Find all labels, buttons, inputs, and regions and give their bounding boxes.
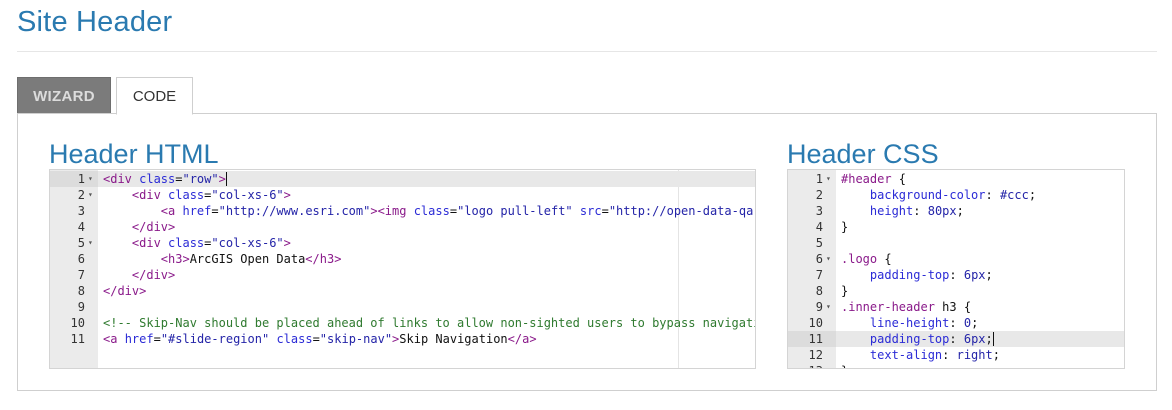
code-text: }: [841, 284, 849, 298]
code-text: <div class="row">: [103, 172, 227, 186]
line-number: 3: [77, 204, 85, 218]
code-text: #header {: [841, 172, 907, 186]
editor-lines: 1 ▾ <div class="row"> 2 ▾ <div class="col-xs…: [50, 171, 755, 347]
code-text: <div class="col-xs-6">: [131, 188, 291, 202]
code-line[interactable]: 1 ▾ #header {: [788, 171, 1124, 187]
html-code-editor[interactable]: 1 ▾ <div class="row"> 2 ▾ <div class="col-xs…: [49, 169, 756, 369]
code-text: text-align: right;: [869, 348, 1000, 362]
code-text: }: [841, 363, 848, 368]
code-line[interactable]: 11 padding-top: 6px;: [788, 331, 1124, 347]
text-cursor: [225, 172, 227, 186]
code-line[interactable]: 4}: [788, 219, 1124, 235]
code-text: .logo {: [841, 252, 892, 266]
line-number: 4: [77, 220, 85, 234]
text-cursor: [992, 332, 994, 346]
fold-arrow-icon[interactable]: ▾: [88, 187, 96, 203]
title-divider: [17, 51, 1157, 52]
line-number: 7: [815, 268, 823, 282]
code-text: <a href="http://www.esri.com"><img class…: [160, 204, 756, 218]
fold-arrow-icon[interactable]: ▾: [826, 171, 834, 187]
code-text: <h3>ArcGIS Open Data</h3>: [160, 252, 342, 266]
code-line[interactable]: 5: [788, 235, 1124, 251]
tab-code[interactable]: CODE: [116, 77, 193, 115]
code-line[interactable]: 10 line-height: 0;: [788, 315, 1124, 331]
code-line[interactable]: 2 background-color: #ccc;: [788, 187, 1124, 203]
code-line[interactable]: 7 padding-top: 6px;: [788, 267, 1124, 283]
line-number: 8: [815, 284, 823, 298]
code-text: <!-- Skip-Nav should be placed ahead of …: [103, 316, 756, 330]
code-text: padding-top: 6px;: [869, 332, 994, 346]
code-line[interactable]: 4 </div>: [50, 219, 755, 235]
code-text: background-color: #ccc;: [869, 188, 1037, 202]
code-text: padding-top: 6px;: [869, 268, 993, 282]
header-html-title: Header HTML: [49, 139, 219, 169]
fold-arrow-icon[interactable]: ▾: [826, 251, 834, 267]
code-line[interactable]: 6 <h3>ArcGIS Open Data</h3>: [50, 251, 755, 267]
code-text: .inner-header h3 {: [841, 300, 972, 314]
line-number: 6: [77, 252, 85, 266]
line-number: 10: [70, 316, 85, 330]
fold-arrow-icon[interactable]: ▾: [826, 299, 834, 315]
code-text: <a href="#slide-region" class="skip-nav"…: [103, 332, 537, 346]
tab-wizard[interactable]: WIZARD: [17, 77, 111, 114]
css-code-editor[interactable]: 1 ▾ #header {2 background-color: #ccc; 3 he…: [787, 169, 1125, 369]
page-title: Site Header: [17, 6, 173, 38]
line-number: 3: [815, 204, 823, 218]
line-number: 4: [815, 220, 823, 234]
code-line[interactable]: 13}: [788, 363, 1124, 368]
code-line[interactable]: 12 text-align: right;: [788, 347, 1124, 363]
code-line[interactable]: 6 ▾ .logo {: [788, 251, 1124, 267]
line-number: 2: [815, 188, 823, 202]
code-line[interactable]: 10 <!-- Skip-Nav should be placed ahead o…: [50, 315, 755, 331]
code-text: line-height: 0;: [869, 316, 979, 330]
fold-arrow-icon[interactable]: ▾: [88, 171, 96, 187]
line-number: 11: [70, 332, 85, 346]
line-number: 11: [788, 331, 836, 347]
code-text: </div>: [103, 284, 147, 298]
code-line[interactable]: 1 ▾ <div class="row">: [50, 171, 755, 187]
line-number: 12: [808, 348, 823, 362]
code-line[interactable]: 11 <a href="#slide-region" class="skip-na…: [50, 331, 755, 347]
code-text: <div class="col-xs-6">: [131, 236, 291, 250]
code-text: </div>: [131, 220, 176, 234]
code-line[interactable]: 2 ▾ <div class="col-xs-6">: [50, 187, 755, 203]
line-number: 9: [77, 300, 85, 314]
code-line[interactable]: 3 <a href="http://www.esri.com"><img cla…: [50, 203, 755, 219]
code-line[interactable]: 7 </div>: [50, 267, 755, 283]
code-line[interactable]: 9: [50, 299, 755, 315]
editor-lines: 1 ▾ #header {2 background-color: #ccc; 3 he…: [788, 171, 1124, 368]
line-number: 7: [77, 268, 85, 282]
code-text: height: 80px;: [869, 204, 964, 218]
line-number: 8: [77, 284, 85, 298]
line-number: 5: [815, 236, 823, 250]
fold-arrow-icon[interactable]: ▾: [88, 235, 96, 251]
header-css-title: Header CSS: [787, 139, 939, 169]
code-line[interactable]: 8 </div>: [50, 283, 755, 299]
code-line[interactable]: 3 height: 80px;: [788, 203, 1124, 219]
line-number: 13: [788, 363, 836, 368]
code-text: </div>: [131, 268, 176, 282]
code-line[interactable]: 9 ▾ .inner-header h3 {: [788, 299, 1124, 315]
code-line[interactable]: 8}: [788, 283, 1124, 299]
code-line[interactable]: 5 ▾ <div class="col-xs-6">: [50, 235, 755, 251]
line-number: 10: [808, 316, 823, 330]
code-text: }: [841, 220, 849, 234]
